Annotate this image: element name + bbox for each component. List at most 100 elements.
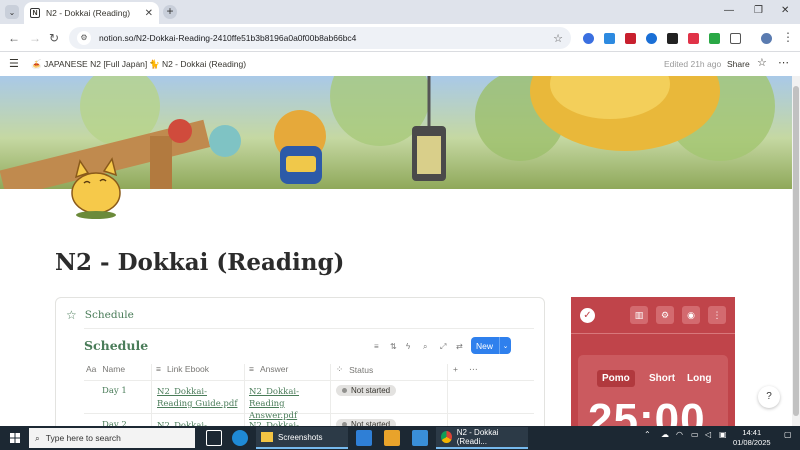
column-header-answer[interactable]: ≡ Answer <box>249 364 288 374</box>
taskbar-clock[interactable]: 14:41 01/08/2025 <box>733 428 771 448</box>
favorite-star-icon[interactable]: ☆ <box>757 56 767 69</box>
sidebar-menu-icon[interactable]: ☰ <box>9 57 19 70</box>
row-status[interactable]: Not started <box>336 385 397 396</box>
page-title[interactable]: N2 - Dokkai (Reading) <box>55 249 344 276</box>
profile-avatar-icon[interactable] <box>761 33 772 44</box>
column-more-icon[interactable]: ⋯ <box>469 364 478 375</box>
minimize-icon[interactable]: — <box>724 5 734 16</box>
automation-bolt-icon[interactable]: ϟ <box>406 342 410 351</box>
more-vertical-icon[interactable]: ⋮ <box>708 306 726 324</box>
restore-icon[interactable]: ❐ <box>754 5 763 16</box>
volume-icon[interactable]: ◁ <box>705 430 711 439</box>
chrome-icon <box>441 431 452 443</box>
reload-icon[interactable]: ↻ <box>49 31 59 45</box>
task-view-icon[interactable] <box>206 430 222 446</box>
divider <box>84 328 534 329</box>
row-answer-link[interactable]: N2_Dokkai- Reading Answer.pdf <box>249 386 327 422</box>
tab-search-chevron-icon[interactable]: ⌄ <box>5 5 19 19</box>
status-dot-icon <box>342 388 347 393</box>
extension-icon[interactable] <box>667 33 678 44</box>
new-tab-plus-icon[interactable]: + <box>163 5 177 19</box>
extension-icon[interactable] <box>625 33 636 44</box>
browser-tab-active[interactable]: N N2 - Dokkai (Reading) ✕ <box>24 2 159 24</box>
back-arrow-icon[interactable]: ← <box>8 31 20 45</box>
user-icon[interactable]: ◉ <box>682 306 700 324</box>
windows-taskbar: ⌕ Type here to search Screenshots N2 - D… <box>0 426 800 450</box>
snipping-tool-icon[interactable] <box>412 430 428 446</box>
scrollbar-thumb[interactable] <box>793 86 799 416</box>
pomodoro-widget: ✓ ▥ ⚙ ◉ ⋮ Pomo Short Long 25:00 <box>571 297 735 444</box>
row-name[interactable]: Day 1 <box>102 386 127 396</box>
pomodoro-panel: Pomo Short Long 25:00 <box>578 355 728 444</box>
close-window-icon[interactable]: ✕ <box>781 5 789 16</box>
extension-icon[interactable] <box>583 33 594 44</box>
extensions-puzzle-icon[interactable] <box>730 33 741 44</box>
mode-pomo-tab[interactable]: Pomo <box>597 370 635 387</box>
chrome-menu-icon[interactable]: ⋮ <box>782 30 794 44</box>
site-info-icon[interactable]: ⚙ <box>77 31 91 45</box>
schedule-block-header[interactable]: ☆ Schedule <box>66 308 134 322</box>
expand-icon[interactable]: ⤢ <box>440 342 446 352</box>
folder-icon <box>261 432 273 442</box>
status-property-icon: ⁘ <box>336 364 344 374</box>
database-title[interactable]: Schedule <box>84 338 148 353</box>
taskbar-search-input[interactable]: ⌕ Type here to search <box>29 428 195 448</box>
omnibox[interactable]: ⚙ notion.so/N2-Dokkai-Reading-2410ffe51b… <box>69 27 571 49</box>
notifications-icon[interactable]: ▢ <box>784 430 792 439</box>
text-property-icon: ≡ <box>249 364 254 374</box>
windows-start-icon[interactable] <box>10 433 20 443</box>
breadcrumb-separator: / <box>136 59 139 69</box>
edge-icon[interactable] <box>232 430 248 446</box>
page-scrollbar[interactable] <box>792 76 800 426</box>
share-button[interactable]: Share <box>727 59 750 69</box>
mode-long-tab[interactable]: Long <box>682 370 716 387</box>
column-header-name[interactable]: Aa Name <box>86 364 125 374</box>
text-property-icon: ≡ <box>156 364 161 374</box>
new-button[interactable]: New ⌄ <box>471 337 511 354</box>
url-text[interactable]: notion.so/N2-Dokkai-Reading-2410ffe51b3b… <box>99 33 553 43</box>
extension-icon[interactable] <box>604 33 615 44</box>
divider <box>571 333 735 334</box>
column-header-link-ebook[interactable]: ≡ Link Ebook <box>156 364 209 374</box>
filter-icon[interactable]: ≡ <box>374 342 379 351</box>
column-header-status[interactable]: ⁘ Status <box>336 364 373 375</box>
vscode-icon[interactable] <box>356 430 372 446</box>
extension-icon[interactable] <box>646 33 657 44</box>
sublime-icon[interactable] <box>384 430 400 446</box>
more-options-icon[interactable]: ⋯ <box>778 56 789 69</box>
network-icon[interactable]: ☁ <box>661 430 669 439</box>
notion-topbar: ☰ 🍝 JAPANESE N2 [Full Japan] / 🐈 N2 - Do… <box>0 52 800 76</box>
sort-icon[interactable]: ⇅ <box>390 342 397 351</box>
tab-close-icon[interactable]: ✕ <box>145 8 153 19</box>
text-property-icon: Aa <box>86 364 97 374</box>
taskbar-explorer-screenshots[interactable]: Screenshots <box>256 427 348 449</box>
extension-icon[interactable] <box>688 33 699 44</box>
row-ebook-link[interactable]: N2_Dokkai- Reading Guide.pdf <box>157 386 239 410</box>
bookmark-star-icon[interactable]: ☆ <box>553 32 563 45</box>
settings-sliders-icon[interactable]: ⇄ <box>456 342 463 351</box>
mode-short-tab[interactable]: Short <box>644 370 680 387</box>
language-icon[interactable]: ▣ <box>719 430 727 439</box>
taskbar-chrome-window[interactable]: N2 - Dokkai (Readi... <box>436 427 528 449</box>
breadcrumb-parent[interactable]: 🍝 JAPANESE N2 [Full Japan] <box>31 59 147 70</box>
check-icon[interactable]: ✓ <box>580 308 595 323</box>
chevron-down-icon[interactable]: ⌄ <box>499 337 511 354</box>
edited-status: Edited 21h ago <box>664 59 722 69</box>
notion-favicon-icon: N <box>30 8 40 18</box>
search-icon[interactable]: ⌕ <box>423 342 427 352</box>
help-question-icon[interactable]: ? <box>758 386 780 408</box>
forward-arrow-icon[interactable]: → <box>29 31 41 45</box>
status-badge: Not started <box>336 385 397 396</box>
breadcrumb-current[interactable]: 🐈 N2 - Dokkai (Reading) <box>149 59 246 70</box>
gear-icon[interactable]: ⚙ <box>656 306 674 324</box>
stats-chart-icon[interactable]: ▥ <box>630 306 648 324</box>
system-tray-chevron-icon[interactable]: ⌃ <box>644 430 651 439</box>
battery-icon[interactable]: ▭ <box>691 430 699 439</box>
cat-page-icon[interactable] <box>66 155 126 220</box>
extension-icon[interactable] <box>709 33 720 44</box>
add-column-icon[interactable]: + <box>453 364 458 374</box>
schedule-block: ☆ Schedule Schedule ≡ ⇅ ϟ ⌕ ⤢ ⇄ New ⌄ Aa… <box>55 297 545 443</box>
wifi-icon[interactable]: ◠ <box>676 430 683 439</box>
star-icon: ☆ <box>66 308 77 322</box>
address-toolbar: ← → ↻ ⚙ notion.so/N2-Dokkai-Reading-2410… <box>0 24 800 52</box>
